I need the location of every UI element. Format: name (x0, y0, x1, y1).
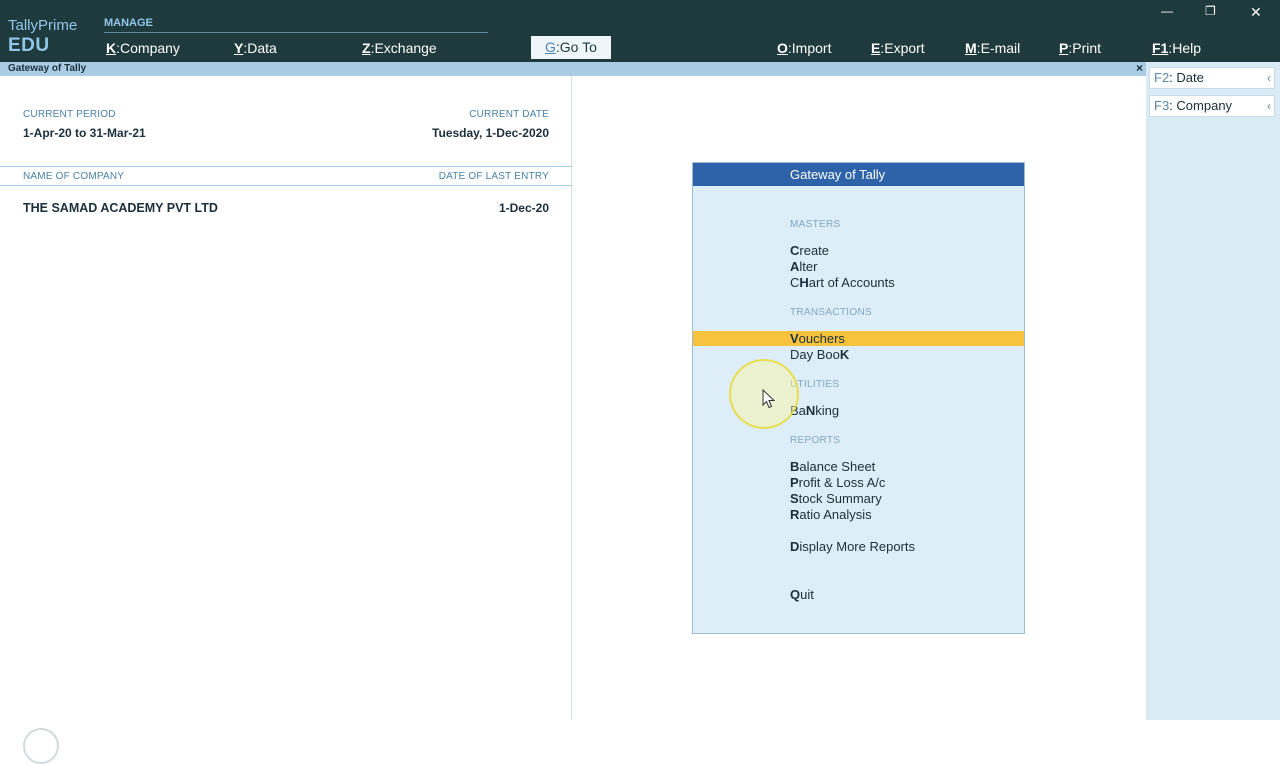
menu-email[interactable]: M:E-mail (965, 40, 1020, 56)
divider (0, 166, 572, 167)
menu-ratio-analysis[interactable]: Ratio Analysis (790, 507, 872, 522)
manage-divider (104, 32, 488, 33)
menu-chart-of-accounts[interactable]: CHart of Accounts (790, 275, 895, 290)
restore-icon[interactable]: ❐ (1205, 4, 1216, 18)
current-date-label: CURRENT DATE (469, 109, 549, 120)
menu-company[interactable]: K:Company (106, 40, 180, 56)
screen-title: Gateway of Tally (8, 63, 87, 74)
reports-heading: REPORTS (790, 435, 841, 446)
current-period-label: CURRENT PERIOD (23, 109, 116, 120)
menu-export[interactable]: E:Export (871, 40, 925, 56)
close-icon[interactable]: ✕ (1250, 4, 1262, 21)
date-button[interactable]: F2: Date ‹ (1149, 67, 1275, 89)
last-entry-date: 1-Dec-20 (498, 201, 549, 215)
brand-edition: EDU (8, 35, 50, 56)
menu-quit[interactable]: Quit (790, 587, 814, 602)
mouse-pointer-icon (762, 389, 776, 409)
menu-day-book[interactable]: Day BooK (790, 347, 849, 362)
menu-go-to[interactable]: G:Go To (531, 36, 611, 59)
screen-title-bar: Gateway of Tally × (0, 61, 1146, 76)
divider (0, 185, 572, 186)
menu-vouchers[interactable]: Vouchers (693, 331, 1024, 346)
brand-name: TallyPrime (8, 17, 78, 34)
right-button-bar: F2: Date ‹ F3: Company ‹ (1146, 62, 1280, 720)
company-name[interactable]: THE SAMAD ACADEMY PVT LTD (23, 201, 218, 215)
chevron-left-icon: ‹ (1267, 99, 1271, 113)
manage-label: MANAGE (104, 17, 153, 29)
menu-display-more-reports[interactable]: Display More Reports (790, 539, 915, 554)
menu-banking[interactable]: BaNking (790, 403, 839, 418)
chevron-left-icon: ‹ (1267, 71, 1271, 85)
masters-heading: MASTERS (790, 219, 841, 230)
top-menu-bar: TallyPrime EDU MANAGE K:Company Y:Data Z… (0, 0, 1280, 62)
menu-alter[interactable]: Alter (790, 259, 817, 274)
current-date-value[interactable]: Tuesday, 1-Dec-2020 (432, 126, 549, 140)
menu-stock-summary[interactable]: Stock Summary (790, 491, 882, 506)
menu-data[interactable]: Y:Data (234, 40, 277, 56)
menu-create[interactable]: Create (790, 243, 829, 258)
menu-profit-loss[interactable]: Profit & Loss A/c (790, 475, 885, 490)
company-button[interactable]: F3: Company ‹ (1149, 95, 1275, 117)
menu-help[interactable]: F1:Help (1152, 40, 1201, 56)
gateway-title: Gateway of Tally (693, 163, 1024, 186)
menu-import[interactable]: O:Import (777, 40, 831, 56)
last-entry-header: DATE OF LAST ENTRY (438, 171, 549, 182)
company-name-header: NAME OF COMPANY (23, 171, 125, 182)
menu-print[interactable]: P:Print (1059, 40, 1101, 56)
current-period-value: 1-Apr-20 to 31-Mar-21 (23, 126, 146, 140)
menu-exchange[interactable]: Z:Exchange (362, 40, 437, 56)
screen-close-icon[interactable]: × (1136, 61, 1143, 75)
loading-spinner-icon (23, 728, 59, 764)
transactions-heading: TRANSACTIONS (790, 307, 872, 318)
minimize-icon[interactable]: — (1161, 4, 1173, 18)
menu-balance-sheet[interactable]: Balance Sheet (790, 459, 875, 474)
company-info-panel: CURRENT PERIOD 1-Apr-20 to 31-Mar-21 CUR… (0, 76, 572, 764)
